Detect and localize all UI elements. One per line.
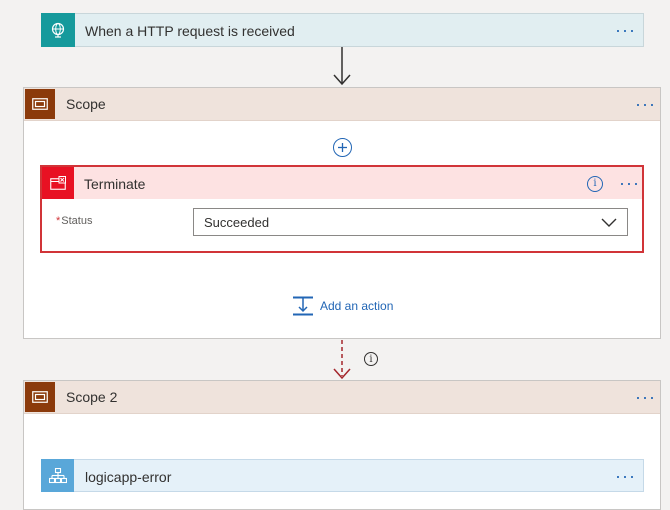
add-an-action-button[interactable]: Add an action <box>292 295 393 317</box>
scope-more-options-button[interactable]: ··· <box>635 95 656 113</box>
status-field-label: *Status <box>56 215 92 227</box>
status-dropdown[interactable]: Succeeded <box>193 208 628 236</box>
plus-icon <box>338 143 347 152</box>
scope-icon <box>25 382 55 412</box>
workflow-icon <box>41 459 74 492</box>
terminate-icon <box>42 167 74 199</box>
status-dropdown-value: Succeeded <box>204 215 270 230</box>
scope-2-title: Scope 2 <box>66 389 118 405</box>
trigger-title: When a HTTP request is received <box>85 23 295 39</box>
run-after-info-icon[interactable]: i <box>364 352 378 366</box>
status-label-text: Status <box>61 215 93 227</box>
add-action-label: Add an action <box>320 299 394 313</box>
trigger-more-options-button[interactable]: ··· <box>615 21 636 39</box>
scope-icon <box>25 89 55 119</box>
chevron-down-icon <box>601 218 617 227</box>
scope-2-header[interactable]: Scope 2 ··· <box>24 381 660 414</box>
scope-title: Scope <box>66 96 106 112</box>
http-trigger-card[interactable]: When a HTTP request is received ··· <box>41 13 644 47</box>
scope-2-more-options-button[interactable]: ··· <box>635 388 656 406</box>
scope-header[interactable]: Scope ··· <box>24 88 660 121</box>
terminate-title: Terminate <box>84 176 146 192</box>
info-icon[interactable]: i <box>587 176 603 192</box>
terminate-action-card: Terminate i ··· *Status Succeeded <box>40 165 644 253</box>
logicapp-error-action-card[interactable]: logicapp-error ··· <box>41 459 644 492</box>
logicapp-error-more-options-button[interactable]: ··· <box>615 467 636 485</box>
insert-step-button[interactable] <box>333 138 352 157</box>
terminate-more-options-button[interactable]: ··· <box>619 174 640 192</box>
required-marker: * <box>56 215 61 227</box>
globe-icon <box>41 13 75 47</box>
add-action-icon <box>293 296 313 316</box>
logicapp-error-title: logicapp-error <box>85 469 172 485</box>
terminate-header[interactable]: Terminate i ··· <box>42 167 642 199</box>
